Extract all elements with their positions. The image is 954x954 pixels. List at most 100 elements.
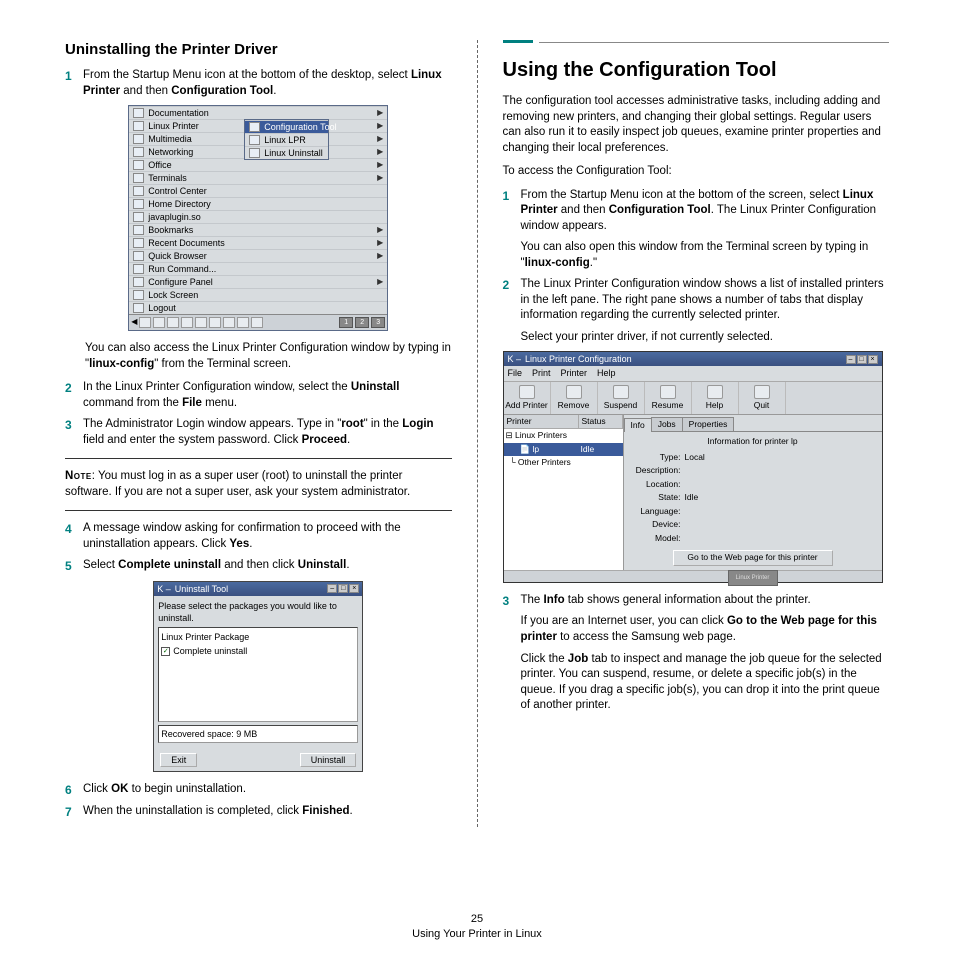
menu-item-icon [133, 277, 144, 287]
step2-text: In the Linux Printer Configuration windo… [83, 380, 452, 411]
toolbar-icon [566, 385, 582, 399]
step3-text: The Administrator Login window appears. … [83, 417, 452, 448]
step5-text: Select Complete uninstall and then click… [83, 558, 452, 574]
step-num: 2 [65, 380, 83, 411]
menu-item-icon [133, 251, 144, 261]
toolbar-button[interactable]: Quit [739, 382, 786, 414]
recovered-space: Recovered space: 9 MB [158, 725, 358, 743]
menu-item[interactable]: Bookmarks▶ [129, 223, 387, 236]
menu-item[interactable]: Terminals▶ [129, 171, 387, 184]
menu-item-icon [133, 238, 144, 248]
config-title: Linux Printer Configuration [525, 353, 632, 365]
toolbar-button[interactable]: Add Printer [504, 382, 551, 414]
tree-other[interactable]: Other Printers [518, 457, 571, 467]
access-text: To access the Configuration Tool: [503, 164, 890, 180]
tab[interactable]: Properties [682, 417, 735, 431]
toolbar-button[interactable]: Suspend [598, 382, 645, 414]
step-num: 4 [65, 521, 83, 552]
menu-item-icon [133, 186, 144, 196]
linux-printer-logo: Linux Printer [728, 570, 778, 586]
menu-item-icon [133, 160, 144, 170]
submenu-item-icon [249, 122, 260, 132]
toolbar-icon [519, 385, 535, 399]
menu-item-icon [133, 147, 144, 157]
menu-item[interactable]: javaplugin.so [129, 210, 387, 223]
web-page-button[interactable]: Go to the Web page for this printer [673, 550, 833, 565]
tree-selected-status: Idle [581, 444, 595, 455]
info-field-label: Type: [630, 452, 685, 463]
screenshot-uninstall-tool: K – Uninstall Tool –□× Please select the… [153, 581, 363, 773]
info-field-label: State: [630, 492, 685, 503]
right-heading: Using the Configuration Tool [503, 57, 890, 84]
tree-root[interactable]: Linux Printers [515, 430, 567, 440]
menubar-item[interactable]: Help [597, 367, 616, 379]
pkg-item: Linux Printer Package [161, 631, 249, 643]
menu-item-icon [133, 121, 144, 131]
pkg-item: Complete uninstall [173, 645, 247, 657]
step1-text: From the Startup Menu icon at the bottom… [83, 68, 452, 99]
submenu-item[interactable]: Configuration Tool [245, 120, 328, 133]
tree-header-printer: Printer [504, 415, 579, 428]
toolbar-button[interactable]: Help [692, 382, 739, 414]
step-num: 1 [503, 188, 521, 272]
menu-item-icon [133, 225, 144, 235]
submenu-item-icon [249, 148, 260, 158]
r-step3-text: The Info tab shows general information a… [521, 593, 890, 714]
info-field-value: Local [685, 452, 705, 463]
tab[interactable]: Info [624, 418, 652, 432]
info-field-label: Model: [630, 533, 685, 544]
menubar-item[interactable]: Print [532, 367, 551, 379]
menu-item-icon [133, 134, 144, 144]
after-shot1-text: You can also access the Linux Printer Co… [85, 341, 452, 372]
uninstall-button[interactable]: Uninstall [300, 753, 357, 767]
menu-item[interactable]: Control Center [129, 184, 387, 197]
submenu-item[interactable]: Linux Uninstall [245, 146, 328, 159]
menu-item-icon [133, 303, 144, 313]
info-title: Information for printer lp [630, 436, 876, 447]
tree-header-status: Status [579, 415, 623, 428]
menu-item-icon [133, 264, 144, 274]
step-num: 3 [503, 593, 521, 714]
info-field-label: Location: [630, 479, 685, 490]
menubar-item[interactable]: Printer [561, 367, 588, 379]
toolbar-icon [754, 385, 770, 399]
left-heading: Uninstalling the Printer Driver [65, 40, 452, 60]
toolbar-button[interactable]: Remove [551, 382, 598, 414]
info-field-label: Description: [630, 465, 685, 476]
menu-item[interactable]: Quick Browser▶ [129, 249, 387, 262]
exit-button[interactable]: Exit [160, 753, 197, 767]
menu-item[interactable]: Logout [129, 301, 387, 314]
r-step2-text: The Linux Printer Configuration window s… [521, 277, 890, 345]
r-step1-text: From the Startup Menu icon at the bottom… [521, 188, 890, 272]
info-field-value: Idle [685, 492, 699, 503]
note-block: Note: You must log in as a super user (r… [65, 469, 452, 500]
toolbar-icon [660, 385, 676, 399]
menu-item-icon [133, 173, 144, 183]
step7-text: When the uninstallation is completed, cl… [83, 804, 452, 820]
toolbar-icon [613, 385, 629, 399]
submenu-item-icon [249, 135, 260, 145]
menu-item[interactable]: Recent Documents▶ [129, 236, 387, 249]
step-num: 3 [65, 417, 83, 448]
menu-item[interactable]: Home Directory [129, 197, 387, 210]
step-num: 7 [65, 804, 83, 820]
menubar-item[interactable]: File [508, 367, 523, 379]
tab[interactable]: Jobs [651, 417, 683, 431]
tree-selected-printer[interactable]: lp [532, 444, 539, 454]
step4-text: A message window asking for confirmation… [83, 521, 452, 552]
menu-item-icon [133, 199, 144, 209]
menu-item-icon [133, 290, 144, 300]
step-num: 6 [65, 782, 83, 798]
menu-item[interactable]: Lock Screen [129, 288, 387, 301]
menu-item[interactable]: Documentation▶ [129, 106, 387, 119]
intro-text: The configuration tool accesses administ… [503, 94, 890, 156]
checkbox-icon[interactable]: ✓ [161, 647, 170, 656]
submenu-item[interactable]: Linux LPR [245, 133, 328, 146]
toolbar-button[interactable]: Resume [645, 382, 692, 414]
uninstall-title: Uninstall Tool [175, 583, 228, 595]
menu-item[interactable]: Run Command... [129, 262, 387, 275]
menu-item-icon [133, 108, 144, 118]
toolbar-icon [707, 385, 723, 399]
step-num: 2 [503, 277, 521, 345]
menu-item[interactable]: Configure Panel▶ [129, 275, 387, 288]
